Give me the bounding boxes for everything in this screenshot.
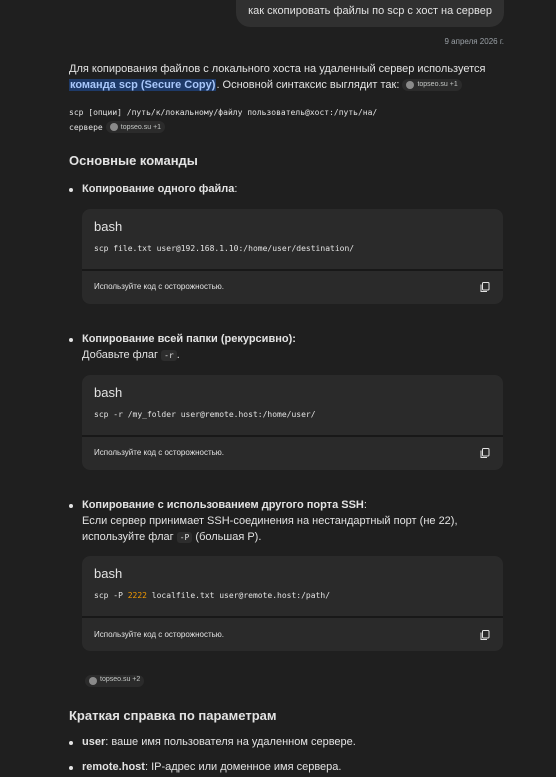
code-block: bash scp -P 2222 localfile.txt user@remo… bbox=[82, 556, 503, 652]
code-block-footer: Используйте код с осторожностью. bbox=[82, 618, 503, 652]
user-query-bubble: как скопировать файлы по scp с хост на с… bbox=[236, 0, 504, 27]
copy-icon[interactable] bbox=[479, 629, 491, 641]
command-desc-before: Добавьте флаг bbox=[82, 348, 162, 361]
command-desc-before: используйте флаг bbox=[82, 530, 177, 543]
param-name: user bbox=[82, 736, 106, 749]
command-title-suffix: : bbox=[292, 332, 296, 345]
syntax-code-line1: scp [опции] /путь/к/локальному/файлу пол… bbox=[69, 108, 378, 117]
code-text[interactable]: scp file.txt user@192.168.1.10:/home/use… bbox=[94, 243, 491, 255]
source-chip[interactable]: topseo.su +1 bbox=[105, 121, 166, 134]
code-lang: bash bbox=[94, 218, 123, 234]
param-desc: : IP-адрес или доменное имя сервера. bbox=[144, 761, 342, 774]
message-date: 9 апреля 2026 г. bbox=[444, 37, 505, 46]
code-block-body: bash scp -r /my_folder user@remote.host:… bbox=[82, 374, 503, 435]
code-block-body: bash scp -P 2222 localfile.txt user@remo… bbox=[82, 556, 503, 617]
code-text-after: localfile.txt user@remote.host:/path/ bbox=[146, 591, 331, 601]
user-query-text: как скопировать файлы по scp с хост на с… bbox=[248, 5, 492, 17]
code-block-footer: Используйте код с осторожностью. bbox=[82, 436, 503, 470]
source-chip-label: topseo.su +2 bbox=[100, 676, 141, 684]
param-desc: : ваше имя пользователя на удаленном сер… bbox=[105, 736, 356, 749]
code-text-before: scp -P bbox=[94, 591, 128, 601]
command-title: Копирование одного файла bbox=[82, 182, 235, 195]
intro-paragraph: Для копирования файлов с локального хост… bbox=[69, 61, 503, 93]
intro-text-before: Для копирования файлов с локального хост… bbox=[69, 63, 486, 75]
globe-icon bbox=[89, 676, 97, 685]
code-lang: bash bbox=[94, 384, 123, 400]
command-title: Копирование с использованием другого пор… bbox=[82, 498, 364, 511]
command-title: Копирование всей папки (рекурсивно) bbox=[82, 332, 293, 345]
code-block-body: bash scp file.txt user@192.168.1.10:/hom… bbox=[82, 208, 503, 269]
source-chip-label: topseo.su +1 bbox=[417, 81, 458, 89]
params-list: user: ваше имя пользователя на удаленном… bbox=[69, 735, 503, 776]
code-block-footer: Используйте код с осторожностью. bbox=[82, 270, 503, 304]
code-block: bash scp -r /my_folder user@remote.host:… bbox=[82, 374, 503, 470]
copy-icon[interactable] bbox=[479, 281, 491, 293]
section-title: Основные команды bbox=[69, 153, 198, 168]
list-item: Копирование всей папки (рекурсивно): Доб… bbox=[69, 332, 503, 470]
caution-text: Используйте код с осторожностью. bbox=[94, 448, 225, 458]
copy-icon[interactable] bbox=[479, 447, 491, 459]
sources-row: topseo.su +2 bbox=[85, 673, 503, 689]
flag-code: -P bbox=[176, 531, 193, 543]
list-item: Копирование с использованием другого пор… bbox=[69, 498, 503, 652]
caution-text: Используйте код с осторожностью. bbox=[94, 282, 225, 292]
flag-code: -r bbox=[161, 349, 177, 361]
globe-icon bbox=[406, 81, 415, 90]
command-desc-line1: Если сервер принимает SSH-соединения на … bbox=[82, 514, 458, 527]
source-chip[interactable]: topseo.su +2 bbox=[85, 674, 145, 687]
assistant-response: Для копирования файлов с локального хост… bbox=[69, 61, 503, 776]
code-text[interactable]: scp -P 2222 localfile.txt user@remote.ho… bbox=[94, 590, 491, 602]
source-chip[interactable]: topseo.su +1 bbox=[402, 79, 462, 92]
caution-text: Используйте код с осторожностью. bbox=[94, 630, 225, 640]
code-lang: bash bbox=[94, 566, 123, 582]
code-port-number: 2222 bbox=[127, 591, 147, 601]
list-item: Копирование одного файла: bash scp file.… bbox=[69, 182, 503, 304]
param-name: remote.host bbox=[82, 761, 145, 774]
intro-highlight[interactable]: команда scp (Secure Copy) bbox=[69, 79, 217, 91]
commands-list: Копирование одного файла: bash scp file.… bbox=[69, 182, 503, 652]
command-desc-after: (большая P). bbox=[192, 530, 262, 543]
command-desc-after: . bbox=[176, 348, 180, 361]
command-title-suffix: : bbox=[363, 498, 367, 511]
list-item: user: ваше имя пользователя на удаленном… bbox=[69, 735, 503, 751]
globe-icon bbox=[109, 123, 118, 132]
syntax-code-line2: сервере bbox=[69, 123, 103, 132]
code-text[interactable]: scp -r /my_folder user@remote.host:/home… bbox=[94, 409, 491, 421]
syntax-line: scp [опции] /путь/к/локальному/файлу пол… bbox=[69, 105, 503, 135]
source-chip-label: topseo.su +1 bbox=[120, 123, 162, 131]
list-item: remote.host: IP-адрес или доменное имя с… bbox=[69, 760, 503, 776]
code-block: bash scp file.txt user@192.168.1.10:/hom… bbox=[82, 208, 503, 304]
intro-text-after: . Основной синтаксис выглядит так: bbox=[216, 79, 400, 91]
params-title: Краткая справка по параметрам bbox=[69, 708, 277, 724]
command-title-suffix: : bbox=[234, 182, 238, 195]
